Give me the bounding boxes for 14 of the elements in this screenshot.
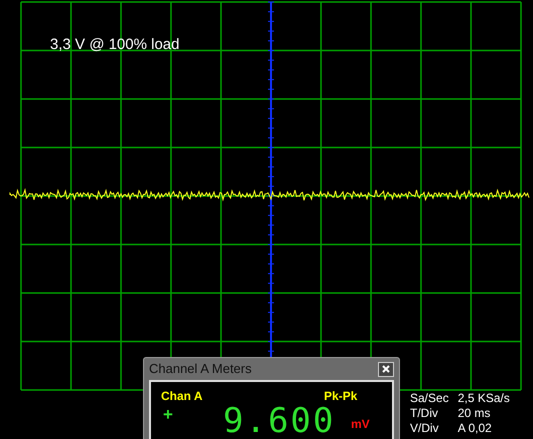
sign-indicator: +: [163, 404, 173, 426]
setting-label: Sa/Sec: [410, 391, 449, 406]
close-button[interactable]: [378, 362, 394, 376]
close-icon: [382, 365, 390, 373]
setting-label: T/Div: [410, 406, 439, 421]
unit-label: mV: [351, 416, 370, 433]
measurement-label: Pk-Pk: [324, 388, 358, 405]
setting-label: V/Div: [410, 421, 440, 436]
meter-reading: 9.600: [223, 404, 336, 438]
setting-value: 2,5 KSa/s: [458, 391, 510, 406]
window-title: Channel A Meters: [149, 360, 252, 378]
setting-value: 20 ms: [458, 406, 492, 421]
setting-value: A 0,02: [458, 421, 493, 436]
channel-label: Chan A: [161, 388, 203, 405]
